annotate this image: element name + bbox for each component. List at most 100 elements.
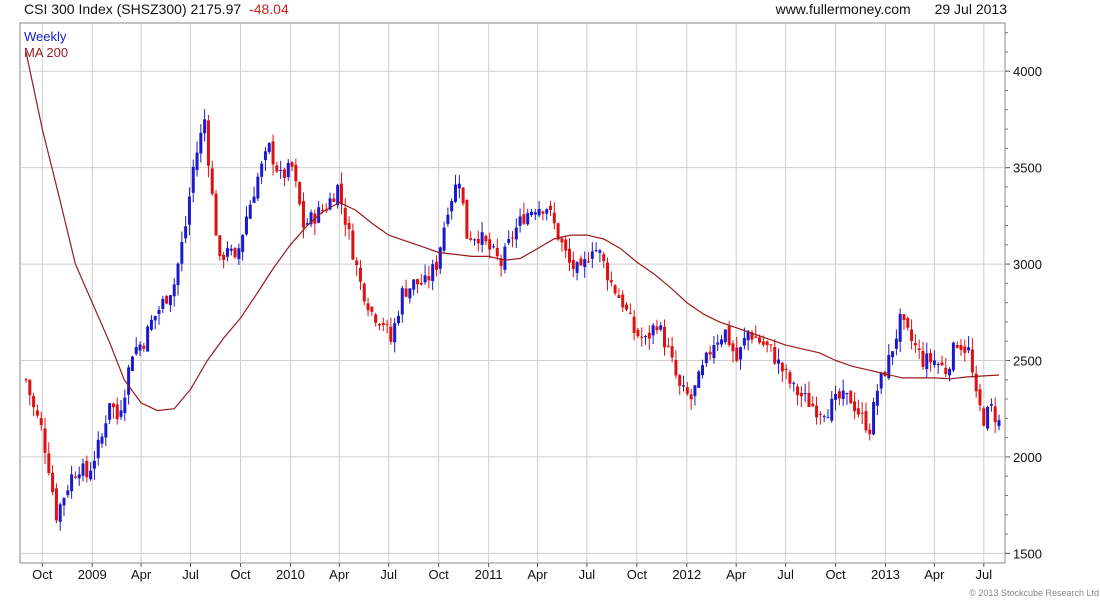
candle-up-body <box>70 474 74 492</box>
candle-down-body <box>940 362 944 366</box>
candle-up-body <box>803 392 807 394</box>
candle-down-body <box>73 476 77 478</box>
x-tick-label: Apr <box>924 567 945 582</box>
candle-down-body <box>465 199 469 239</box>
candle-down-body <box>978 389 982 406</box>
candle-up-body <box>716 342 720 345</box>
candle-up-body <box>184 226 188 239</box>
candle-up-body <box>279 169 283 171</box>
candle-up-body <box>89 470 93 480</box>
candle-up-body <box>244 216 248 235</box>
candle-down-body <box>214 193 218 236</box>
y-tick-label: 1500 <box>1013 546 1042 561</box>
candle-down-body <box>142 345 146 349</box>
candle-down-body <box>54 488 58 521</box>
candle-down-body <box>678 375 682 386</box>
candle-up-body <box>203 119 207 134</box>
candle-down-body <box>917 348 921 351</box>
candle-up-body <box>66 490 70 496</box>
candle-up-body <box>199 132 203 154</box>
candle-down-body <box>640 336 644 338</box>
candle-up-body <box>575 262 579 273</box>
candle-down-body <box>959 345 963 350</box>
candle-up-body <box>92 460 96 469</box>
candle-up-body <box>659 325 663 330</box>
x-tick-label: Jul <box>579 567 596 582</box>
candle-down-body <box>811 403 815 407</box>
candle-down-body <box>708 351 712 355</box>
candle-up-body <box>393 323 397 343</box>
candle-down-body <box>674 359 678 376</box>
candle-down-body <box>290 162 294 167</box>
candle-down-body <box>868 429 872 435</box>
candle-down-body <box>206 120 210 166</box>
candle-down-body <box>370 306 374 312</box>
candle-up-body <box>777 359 781 364</box>
candle-up-body <box>898 313 902 342</box>
candle-up-body <box>408 288 412 299</box>
candle-up-body <box>841 390 845 399</box>
candle-down-body <box>564 239 568 251</box>
candle-down-body <box>944 367 948 375</box>
x-tick-label: Apr <box>329 567 350 582</box>
candle-down-body <box>689 394 693 400</box>
candle-up-body <box>195 152 199 171</box>
candle-down-body <box>625 304 629 310</box>
candle-up-body <box>826 417 830 419</box>
candle-down-body <box>415 279 419 285</box>
candle-down-body <box>632 316 636 333</box>
candle-down-body <box>970 349 974 373</box>
candle-up-body <box>252 196 256 203</box>
candle-down-body <box>377 324 381 326</box>
candle-up-body <box>651 325 655 336</box>
candle-up-body <box>845 393 849 395</box>
candle-down-body <box>115 404 119 420</box>
candle-down-body <box>85 460 89 478</box>
candle-down-body <box>754 336 758 338</box>
candle-down-body <box>780 362 784 372</box>
candle-up-body <box>423 275 427 283</box>
candle-up-body <box>491 246 495 248</box>
candle-up-body <box>891 351 895 358</box>
candle-down-body <box>358 267 362 282</box>
candle-down-body <box>320 209 324 211</box>
candle-down-body <box>921 350 925 367</box>
candle-down-body <box>484 235 488 242</box>
candle-down-body <box>282 169 286 178</box>
legend-entry: Weekly <box>24 29 67 44</box>
candle-down-body <box>366 303 370 311</box>
candle-up-body <box>237 248 241 260</box>
x-tick-label: 2012 <box>672 567 701 582</box>
candle-up-body <box>480 232 484 245</box>
candle-down-body <box>35 410 39 416</box>
candle-up-body <box>932 360 936 365</box>
candle-up-body <box>720 339 724 345</box>
candle-down-body <box>993 406 997 423</box>
candle-down-body <box>111 403 115 408</box>
candle-up-body <box>442 227 446 251</box>
candle-up-body <box>518 216 522 226</box>
candle-up-body <box>241 234 245 252</box>
candle-down-body <box>476 238 480 244</box>
candle-up-body <box>875 390 879 406</box>
x-tick-label: Apr <box>527 567 548 582</box>
x-tick-label: Oct <box>627 567 648 582</box>
candle-down-body <box>343 208 347 225</box>
candle-up-body <box>644 336 648 338</box>
candle-up-body <box>400 288 404 315</box>
candle-down-body <box>28 379 32 396</box>
candle-down-body <box>587 261 591 263</box>
candle-up-body <box>396 315 400 324</box>
candle-down-body <box>815 405 819 418</box>
candle-up-body <box>830 398 834 421</box>
candle-down-body <box>663 326 667 348</box>
candle-down-body <box>609 280 613 283</box>
candle-up-body <box>453 184 457 202</box>
x-tick-label: Apr <box>726 567 747 582</box>
candle-up-body <box>997 420 1001 427</box>
candle-down-body <box>404 288 408 297</box>
candle-down-body <box>982 408 986 426</box>
candle-up-body <box>530 211 534 216</box>
candle-up-body <box>130 356 134 371</box>
candle-down-body <box>864 411 868 431</box>
